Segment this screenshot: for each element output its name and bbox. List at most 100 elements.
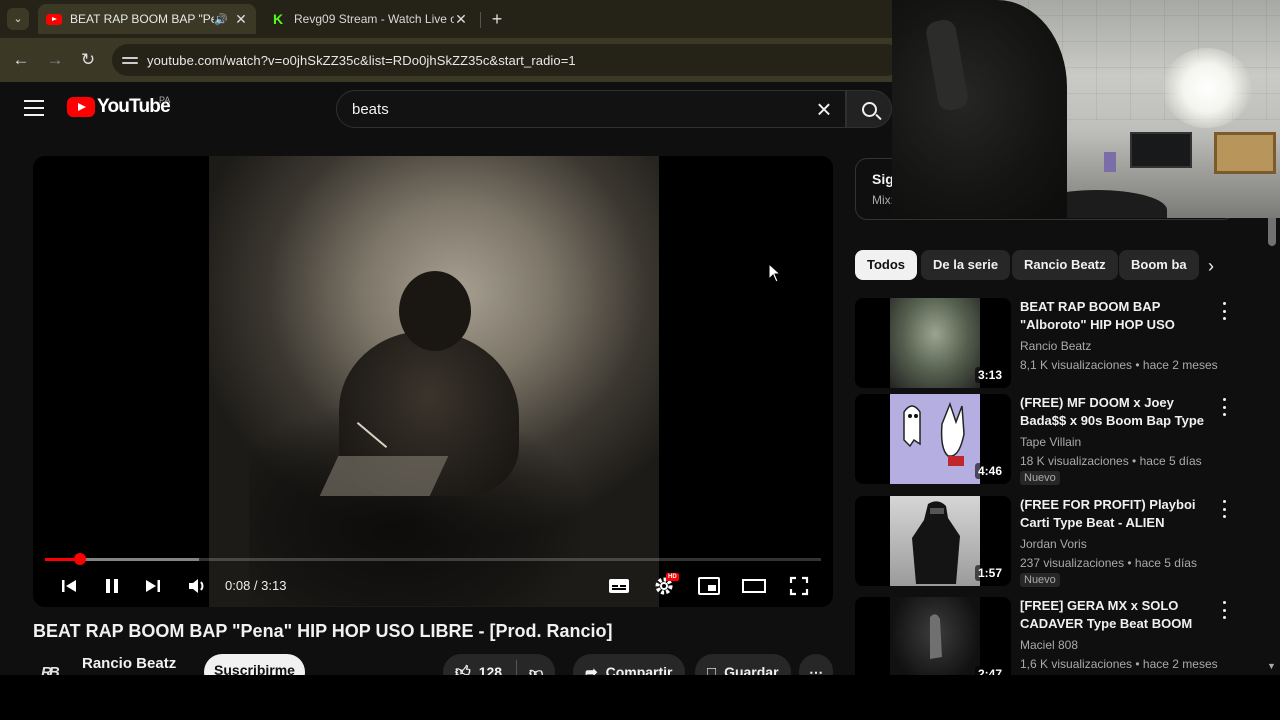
back-arrow-icon[interactable]: ← — [10, 49, 32, 71]
recommendation-item[interactable]: 3:13 BEAT RAP BOOM BAP "Alboroto" HIP HO… — [855, 298, 1245, 390]
tab-title: BEAT RAP BOOM BAP "Pena" — [70, 12, 214, 26]
more-actions-button[interactable]: ⋯ — [799, 654, 833, 675]
theater-mode-icon[interactable] — [740, 572, 768, 600]
clear-search-icon[interactable]: × — [809, 96, 839, 122]
webcam-overlay — [892, 0, 1280, 218]
duration-badge: 1:57 — [974, 565, 1005, 581]
like-count: 128 — [478, 664, 503, 675]
chip-de-la-serie[interactable]: De la serie — [921, 250, 1011, 280]
tab-close-icon[interactable]: ✕ — [454, 11, 468, 28]
menu-hamburger-icon[interactable] — [24, 100, 44, 116]
search-box[interactable]: beats × — [336, 90, 846, 128]
recommendation-item[interactable]: 1:57 (FREE FOR PROFIT) Playboi Carti Typ… — [855, 496, 1245, 588]
country-code: PA — [159, 95, 171, 105]
recommendation-item[interactable]: 2:47 [FREE] GERA MX x SOLO CADAVER Type … — [855, 597, 1245, 675]
player-controls: 0:08 / 3:13 HD — [33, 568, 833, 604]
duration-badge: 3:13 — [974, 367, 1005, 383]
scroll-down-arrow-icon[interactable]: ▼ — [1267, 661, 1276, 671]
next-card-subtitle: Mix: — [872, 193, 894, 207]
video-thumbnail[interactable]: 3:13 — [855, 298, 1011, 388]
hd-badge: HD — [666, 573, 679, 581]
volume-icon[interactable] — [183, 572, 211, 600]
settings-gear-icon[interactable]: HD — [650, 572, 679, 600]
miniplayer-icon[interactable] — [695, 572, 723, 600]
youtube-play-logo-icon — [67, 97, 95, 117]
streamer-silhouette — [892, 0, 1067, 218]
pause-icon[interactable] — [98, 572, 126, 600]
tab-divider — [480, 12, 481, 28]
forward-arrow-icon[interactable]: → — [44, 49, 66, 71]
more-vertical-icon[interactable] — [1219, 601, 1229, 619]
rec-meta: 1,6 K visualizaciones • hace 2 meses — [1020, 657, 1218, 671]
tab-kick-stream[interactable]: K Revg09 Stream - Watch Live on ✕ — [262, 4, 476, 34]
new-tab-plus-icon[interactable]: + — [486, 8, 508, 30]
youtube-logo[interactable]: YouTube — [67, 96, 171, 118]
like-button[interactable]: 👍︎ 128 👎︎ — [443, 654, 555, 675]
rec-channel[interactable]: Tape Villain — [1020, 435, 1081, 449]
scrubber-handle[interactable] — [74, 553, 86, 565]
subtitles-icon[interactable] — [605, 572, 633, 600]
previous-icon[interactable] — [55, 572, 83, 600]
recommendation-item[interactable]: 4:46 (FREE) MF DOOM x Joey Bada$$ x 90s … — [855, 394, 1245, 486]
duration-badge: 2:47 — [974, 666, 1005, 675]
video-thumbnail[interactable]: 4:46 — [855, 394, 1011, 484]
save-button[interactable]: □ Guardar — [695, 654, 791, 675]
bottom-black-bar — [0, 675, 1280, 720]
more-vertical-icon[interactable] — [1219, 500, 1229, 518]
tab-title: Revg09 Stream - Watch Live on — [294, 12, 454, 26]
search-button[interactable] — [846, 90, 892, 128]
rec-meta: 8,1 K visualizaciones • hace 2 meses — [1020, 358, 1218, 372]
more-vertical-icon[interactable] — [1219, 398, 1229, 416]
new-badge: Nuevo — [1020, 471, 1060, 485]
search-icon — [861, 101, 877, 117]
rec-title[interactable]: (FREE) MF DOOM x Joey Bada$$ x 90s Boom … — [1020, 394, 1212, 430]
chip-rancio-beatz[interactable]: Rancio Beatz — [1012, 250, 1118, 280]
next-card-title: Sig — [872, 171, 894, 187]
channel-name[interactable]: Rancio Beatz — [82, 655, 176, 672]
tab-youtube[interactable]: BEAT RAP BOOM BAP "Pena" 🔊 ✕ — [38, 4, 256, 34]
browser-tab-strip: ⌄ BEAT RAP BOOM BAP "Pena" 🔊 ✕ K Revg09 … — [0, 0, 892, 38]
duration-badge: 4:46 — [974, 463, 1005, 479]
rec-channel[interactable]: Rancio Beatz — [1020, 339, 1091, 353]
chevron-right-icon[interactable]: › — [1199, 254, 1223, 278]
video-thumbnail[interactable]: 2:47 — [855, 597, 1011, 675]
subscribe-button[interactable]: Suscribirme — [204, 654, 305, 675]
tv-in-webcam — [1130, 132, 1192, 168]
speaker-icon[interactable]: 🔊 — [214, 13, 228, 26]
tab-close-icon[interactable]: ✕ — [234, 11, 248, 28]
chip-todos[interactable]: Todos — [855, 250, 918, 280]
bookmark-icon: □ — [707, 663, 717, 676]
video-title: BEAT RAP BOOM BAP "Pena" HIP HOP USO LIB… — [33, 621, 613, 641]
rec-channel[interactable]: Maciel 808 — [1020, 638, 1078, 652]
url-text[interactable]: youtube.com/watch?v=o0jhSkZZ35c&list=RDo… — [147, 53, 576, 68]
rec-channel[interactable]: Jordan Voris — [1020, 537, 1087, 551]
owner-row: RB Rancio Beatz Suscribirme 👍︎ 128 👎︎ ➦ … — [33, 654, 833, 675]
more-horizontal-icon: ⋯ — [809, 663, 823, 676]
share-button[interactable]: ➦ Compartir — [573, 654, 685, 675]
thumbs-down-icon[interactable]: 👎︎ — [529, 664, 543, 676]
progress-bar[interactable] — [45, 553, 821, 565]
omnibox[interactable]: youtube.com/watch?v=o0jhSkZZ35c&list=RDo… — [112, 44, 902, 76]
reload-icon[interactable]: ↻ — [77, 49, 99, 71]
youtube-favicon-icon — [46, 11, 62, 27]
address-bar-row: ← → ↻ youtube.com/watch?v=o0jhSkZZ35c&li… — [0, 38, 902, 82]
fullscreen-icon[interactable] — [785, 572, 813, 600]
rec-title[interactable]: BEAT RAP BOOM BAP "Alboroto" HIP HOP USO… — [1020, 298, 1212, 334]
more-vertical-icon[interactable] — [1219, 302, 1229, 320]
rec-title[interactable]: [FREE] GERA MX x SOLO CADAVER Type Beat … — [1020, 597, 1212, 633]
chip-boom-bap[interactable]: Boom ba — [1119, 250, 1199, 280]
site-info-icon[interactable] — [122, 52, 138, 68]
search-input[interactable]: beats — [352, 101, 809, 118]
video-frame[interactable] — [209, 156, 659, 607]
rec-meta: 18 K visualizaciones • hace 5 días — [1020, 454, 1202, 468]
share-label: Compartir — [605, 664, 673, 675]
video-player[interactable]: 0:08 / 3:13 HD — [33, 156, 833, 607]
new-badge: Nuevo — [1020, 573, 1060, 587]
tab-search-dropdown-button[interactable]: ⌄ — [7, 8, 29, 30]
next-icon[interactable] — [139, 572, 167, 600]
channel-avatar[interactable]: RB — [37, 658, 69, 675]
rec-meta: 237 visualizaciones • hace 5 días — [1020, 556, 1197, 570]
rec-title[interactable]: (FREE FOR PROFIT) Playboi Carti Type Bea… — [1020, 496, 1212, 532]
video-thumbnail[interactable]: 1:57 — [855, 496, 1011, 586]
kick-favicon-icon: K — [272, 11, 284, 27]
